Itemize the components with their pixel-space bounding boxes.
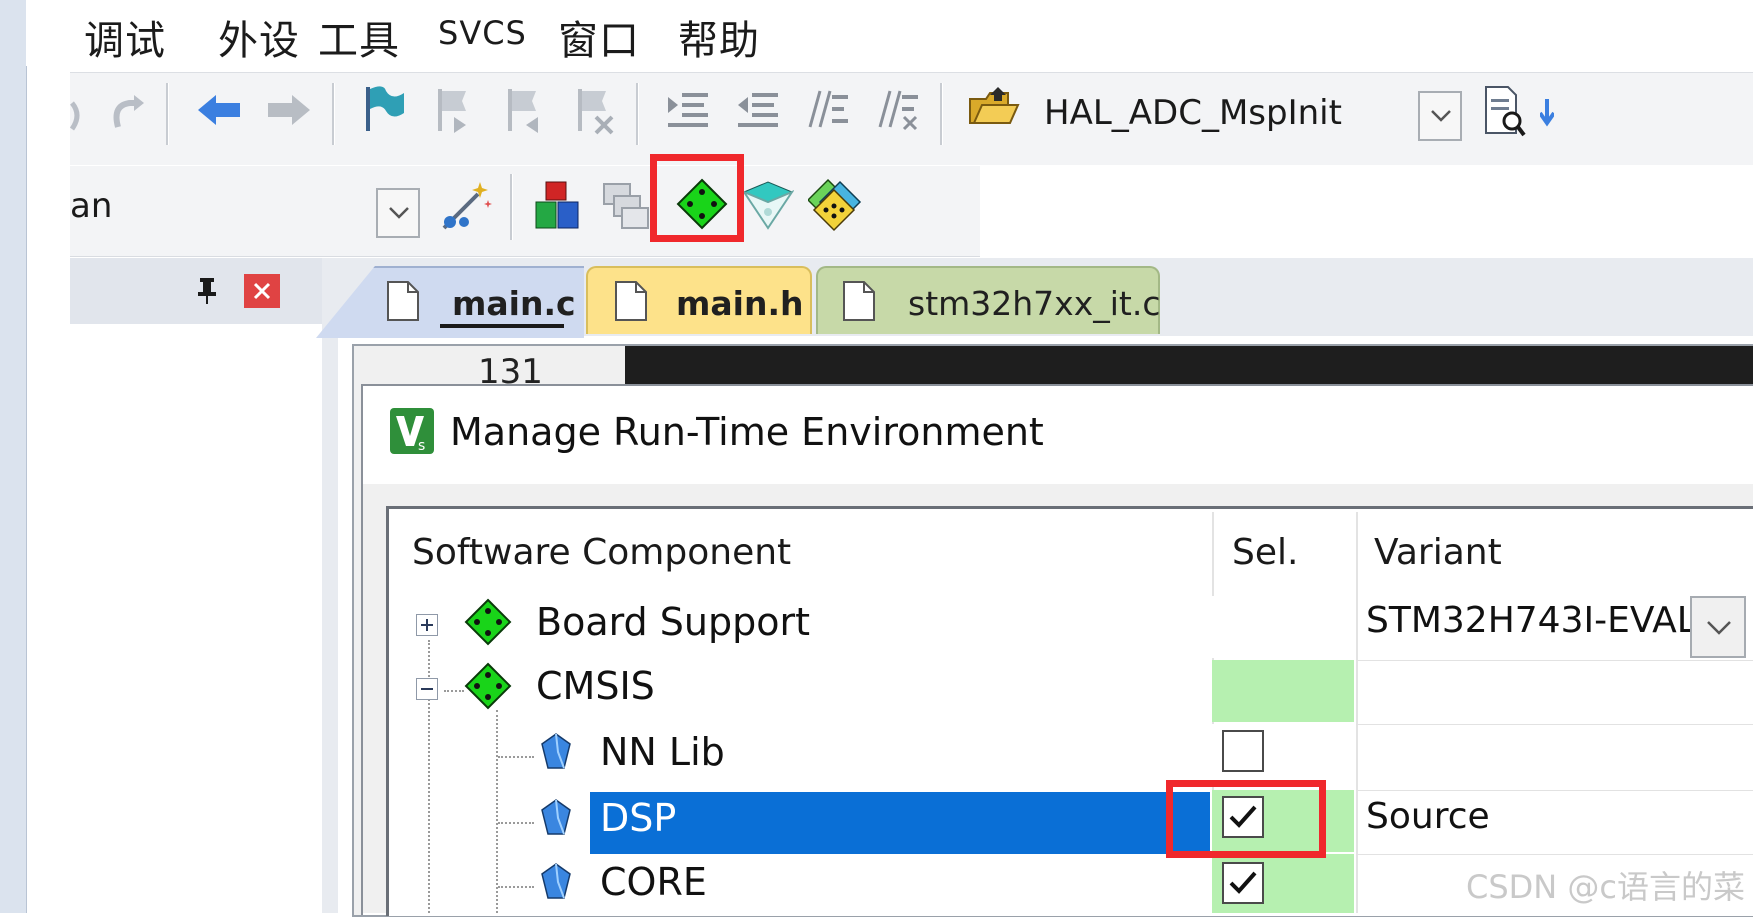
green-diamond-icon [464,662,512,710]
sel-cell-board-support [1212,596,1354,658]
redo-icon[interactable] [108,91,148,135]
target-combo-dropdown[interactable] [376,188,420,238]
component-dsp[interactable]: DSP [600,796,676,840]
menu-debug[interactable]: 调试 [84,8,166,66]
chevron-down-icon [389,207,409,219]
editor-code-area [625,346,1753,386]
green-diamond-icon [464,598,512,646]
options-for-target-icon[interactable] [438,178,494,234]
watermark: CSDN @c语言的菜 [1466,868,1746,906]
toolbar-build: an [70,166,980,257]
collapse-cmsis[interactable] [416,678,438,700]
tab-main-h[interactable]: main.h [586,266,812,334]
function-combo-text[interactable]: HAL_ADC_MspInit [1044,93,1342,133]
menu-window[interactable]: 窗口 [558,8,640,66]
navigate-back-icon[interactable] [196,93,242,127]
component-board-support[interactable]: Board Support [536,600,810,644]
uncomment-icon[interactable] [876,87,920,131]
close-icon [253,282,271,300]
unindent-icon[interactable] [736,87,780,131]
column-header-component[interactable]: Software Component [412,532,791,573]
chevron-down-icon [1707,621,1731,635]
window-left-edge [0,0,27,913]
indent-icon[interactable] [666,87,710,131]
dsp-checkbox-highlight [1166,780,1326,858]
tab-main-h-label: main.h [676,284,804,323]
sel-cell-cmsis [1212,660,1354,722]
select-software-packs-icon[interactable] [742,180,794,230]
svg-text:s: s [418,438,425,454]
open-folder-icon[interactable] [968,85,1020,131]
pack-installer-icon[interactable] [808,178,864,232]
column-divider[interactable] [1356,512,1358,913]
component-core[interactable]: CORE [600,860,707,904]
manage-project-items-icon[interactable] [534,180,580,232]
prev-bookmark-icon[interactable] [432,85,476,135]
toolbar-edit: HAL_ADC_MspInit [70,72,1753,165]
menu-help[interactable]: 帮助 [678,8,760,66]
clear-bookmarks-icon[interactable] [572,85,616,135]
file-icon [615,281,647,321]
minus-icon [421,688,433,690]
variant-board-support[interactable]: STM32H743I-EVAL [1366,600,1697,641]
column-header-sel[interactable]: Sel. [1232,532,1298,573]
find-in-files-icon[interactable] [1482,85,1526,137]
target-combo-text[interactable]: an [70,186,112,226]
variant-dsp[interactable]: Source [1366,796,1490,837]
undo-icon[interactable] [70,95,84,135]
keil-mv-icon: s [390,408,434,454]
plus-icon [421,619,433,631]
project-panel [70,324,329,913]
checkmark-icon [1229,871,1257,894]
blue-gem-icon [541,799,571,835]
tab-main-c-label: main.c [452,284,576,323]
chevron-down-icon [1431,110,1451,122]
copy-windows-icon[interactable] [602,180,650,232]
file-icon [387,281,419,321]
component-nn-lib[interactable]: NN Lib [600,730,725,774]
menu-svcs[interactable]: SVCS [438,14,527,52]
blue-gem-icon [541,863,571,899]
variant-dropdown-board-support[interactable] [1690,596,1746,658]
download-arrow-icon[interactable] [1540,99,1554,129]
pin-icon[interactable] [196,276,218,306]
component-cmsis[interactable]: CMSIS [536,664,655,708]
next-bookmark-icon[interactable] [502,85,546,135]
project-panel-header [70,258,326,325]
function-combo-dropdown[interactable] [1418,91,1462,141]
panel-splitter[interactable] [322,258,338,913]
tab-stm32h7xx-it-c-label: stm32h7xx_it.c [908,284,1161,323]
active-tab-underline [440,324,564,328]
menu-bar: 调试 外设 工具 SVCS 窗口 帮助 [26,0,1753,66]
dialog-title: Manage Run-Time Environment [450,410,1044,454]
checkbox-nn-lib[interactable] [1222,730,1264,772]
expand-board-support[interactable] [416,614,438,636]
blue-gem-icon [541,733,571,769]
menu-peripherals[interactable]: 外设 [218,8,300,66]
close-panel-button[interactable] [244,274,280,308]
rte-button-highlight [650,154,744,242]
tab-stm32h7xx-it-c[interactable]: stm32h7xx_it.c [816,266,1160,334]
menu-tools[interactable]: 工具 [318,8,400,66]
file-icon [843,281,875,321]
comment-icon[interactable] [806,87,850,131]
row-selection-dsp[interactable] [590,792,1210,854]
navigate-forward-icon[interactable] [266,93,312,127]
checkbox-core[interactable] [1222,862,1264,904]
column-header-variant[interactable]: Variant [1374,532,1502,573]
bookmark-flag-icon[interactable] [362,83,406,135]
